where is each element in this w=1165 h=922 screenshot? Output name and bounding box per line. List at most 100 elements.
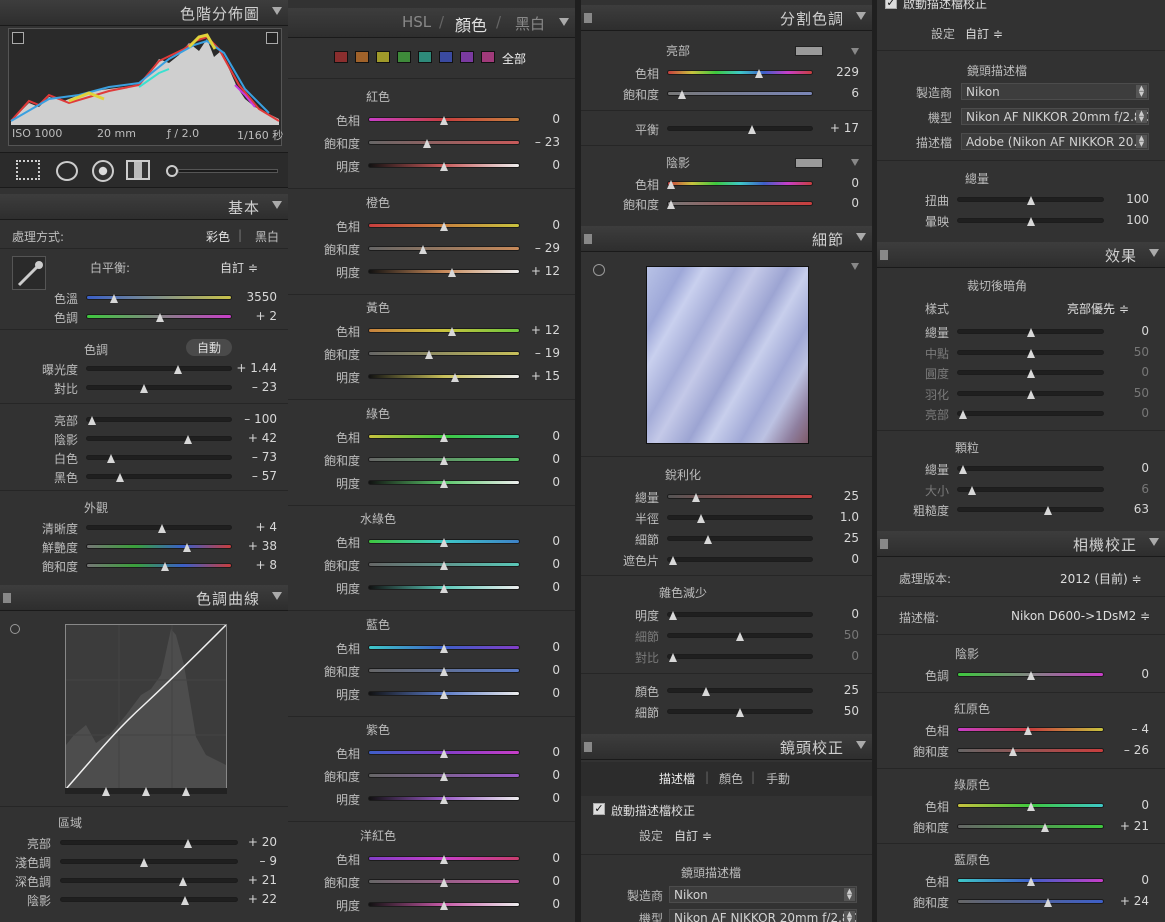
split-sat-thumb[interactable] <box>677 90 686 99</box>
hsl-2-1-thumb[interactable] <box>424 350 433 359</box>
basic-temp-value[interactable]: 3550 <box>232 290 277 304</box>
hsl-5-1-thumb[interactable] <box>440 666 448 676</box>
split-balance-slider[interactable] <box>667 126 813 131</box>
hsl-3-1-thumb[interactable] <box>440 455 448 465</box>
hsl-5-0-value[interactable]: 0 <box>508 640 560 654</box>
detail-header[interactable]: 細節 <box>581 226 872 252</box>
collapse-icon[interactable] <box>272 592 282 600</box>
pcv-hl-thumb[interactable] <box>958 410 967 419</box>
expand-icon[interactable] <box>851 48 859 55</box>
pcv-mid-thumb[interactable] <box>1026 349 1035 358</box>
basic-highlights-value[interactable]: – 100 <box>232 412 277 426</box>
color-swatch[interactable] <box>376 51 390 63</box>
basic-blacks-value[interactable]: – 57 <box>232 469 277 483</box>
sharpen-radius-value[interactable]: 1.0 <box>813 510 859 524</box>
color-swatch[interactable] <box>355 51 369 63</box>
panel-switch-icon[interactable] <box>880 539 888 549</box>
split-hue-thumb[interactable] <box>754 69 763 78</box>
auto-tone-button[interactable]: 自動 <box>186 339 232 356</box>
collapse-icon[interactable] <box>1149 538 1159 546</box>
cal-gsat-slider[interactable] <box>957 824 1104 829</box>
distortion-thumb[interactable] <box>1026 196 1035 205</box>
hsl-7-2-thumb[interactable] <box>440 900 448 910</box>
color-swatch[interactable] <box>439 51 453 63</box>
nr-color-value[interactable]: 25 <box>813 683 859 697</box>
hsl-2-2-slider[interactable] <box>368 374 520 379</box>
curve-lights-thumb[interactable] <box>139 858 148 867</box>
nr-colordetail-value[interactable]: 50 <box>813 704 859 718</box>
pcv-round-value[interactable]: 0 <box>1105 365 1149 379</box>
curve-darks-slider[interactable] <box>60 878 238 883</box>
basic-saturation-thumb[interactable] <box>160 562 169 571</box>
split-sat-value[interactable]: 6 <box>813 86 859 100</box>
cal-rsat-slider[interactable] <box>957 748 1104 753</box>
cal-stint-thumb[interactable] <box>1026 671 1035 680</box>
hsl-3-2-thumb[interactable] <box>440 478 448 488</box>
cal-bhue-value[interactable]: 0 <box>1105 873 1149 887</box>
cal-ghue-value[interactable]: 0 <box>1105 798 1149 812</box>
enable-profile-checkbox[interactable]: ✓ <box>885 0 897 9</box>
basic-temp-thumb[interactable] <box>109 294 118 303</box>
basic-exposure-thumb[interactable] <box>173 365 182 374</box>
wb-selector[interactable] <box>12 256 46 290</box>
basic-shadows-thumb[interactable] <box>184 435 193 444</box>
cal-profile-value[interactable]: Nikon D600->1DsM2 ≑ <box>1011 609 1150 623</box>
curve-shadows-slider[interactable] <box>60 897 238 902</box>
hsl-0-1-thumb[interactable] <box>423 139 432 148</box>
hsl-2-2-thumb[interactable] <box>450 373 459 382</box>
shadow-swatch[interactable] <box>795 158 823 168</box>
hsl-0-2-value[interactable]: 0 <box>508 158 560 172</box>
basic-header[interactable]: 基本 <box>0 194 288 220</box>
curve-lights-slider[interactable] <box>60 859 238 864</box>
hsl-3-1-value[interactable]: 0 <box>508 452 560 466</box>
pcv-amount-value[interactable]: 0 <box>1105 324 1149 338</box>
hsl-7-0-thumb[interactable] <box>440 854 448 864</box>
curve-highlights-slider[interactable] <box>60 840 238 845</box>
calibration-header[interactable]: 相機校正 <box>877 531 1165 557</box>
tab-lens-color[interactable]: 顏色 <box>719 770 743 787</box>
hsl-7-2-value[interactable]: 0 <box>508 897 560 911</box>
vignetting-value[interactable]: 100 <box>1105 213 1149 227</box>
collapse-icon[interactable] <box>856 12 866 20</box>
cal-ghue-thumb[interactable] <box>1026 802 1035 811</box>
effects-header[interactable]: 效果 <box>877 242 1165 268</box>
hsl-2-1-value[interactable]: – 19 <box>508 346 560 360</box>
curve-shadows-value[interactable]: + 22 <box>232 892 277 906</box>
split-hue2-value[interactable]: 0 <box>813 176 859 190</box>
basic-temp-slider[interactable] <box>86 295 232 300</box>
nr-colordetail-thumb[interactable] <box>736 708 744 717</box>
grain-gsize-thumb[interactable] <box>967 486 976 495</box>
hsl-6-0-thumb[interactable] <box>440 749 448 758</box>
hsl-4-2-value[interactable]: 0 <box>508 580 560 594</box>
basic-vibrance-thumb[interactable] <box>182 543 191 552</box>
curve-highlights-value[interactable]: + 20 <box>232 835 277 849</box>
hsl-3-2-value[interactable]: 0 <box>508 475 560 489</box>
split-balance-thumb[interactable] <box>747 125 756 134</box>
cal-gsat-value[interactable]: + 21 <box>1105 819 1149 833</box>
basic-contrast-value[interactable]: – 23 <box>232 380 277 394</box>
pcv-mid-value[interactable]: 50 <box>1105 345 1149 359</box>
hsl-4-1-thumb[interactable] <box>440 561 448 570</box>
nr-lum-slider[interactable] <box>667 612 813 617</box>
highlight-clipping-toggle[interactable] <box>266 32 278 44</box>
nr-contrast-thumb[interactable] <box>668 653 677 662</box>
hsl-6-1-value[interactable]: 0 <box>508 768 560 782</box>
collapse-icon[interactable] <box>1149 249 1159 257</box>
pcv-round-thumb[interactable] <box>1026 369 1035 378</box>
hsl-5-2-thumb[interactable] <box>440 689 448 699</box>
tab-color[interactable]: 顏色 <box>455 12 487 36</box>
hsl-2-2-value[interactable]: + 15 <box>508 369 560 383</box>
hsl-1-1-value[interactable]: – 29 <box>508 241 560 255</box>
pcv-amount-thumb[interactable] <box>1026 328 1035 337</box>
pcv-feather-thumb[interactable] <box>1026 390 1035 399</box>
make-select[interactable]: Nikon ▲ ▼ <box>669 886 857 903</box>
basic-tint-value[interactable]: + 2 <box>232 309 277 323</box>
color-swatch[interactable] <box>334 51 348 63</box>
split-toning-header[interactable]: 分割色調 <box>581 5 872 31</box>
hsl-6-1-thumb[interactable] <box>440 772 448 781</box>
cal-bsat-thumb[interactable] <box>1044 898 1053 907</box>
curve-shadows-thumb[interactable] <box>180 896 189 905</box>
panel-switch-icon[interactable] <box>3 593 11 603</box>
hsl-3-0-value[interactable]: 0 <box>508 429 560 443</box>
hsl-1-0-thumb[interactable] <box>440 221 448 231</box>
